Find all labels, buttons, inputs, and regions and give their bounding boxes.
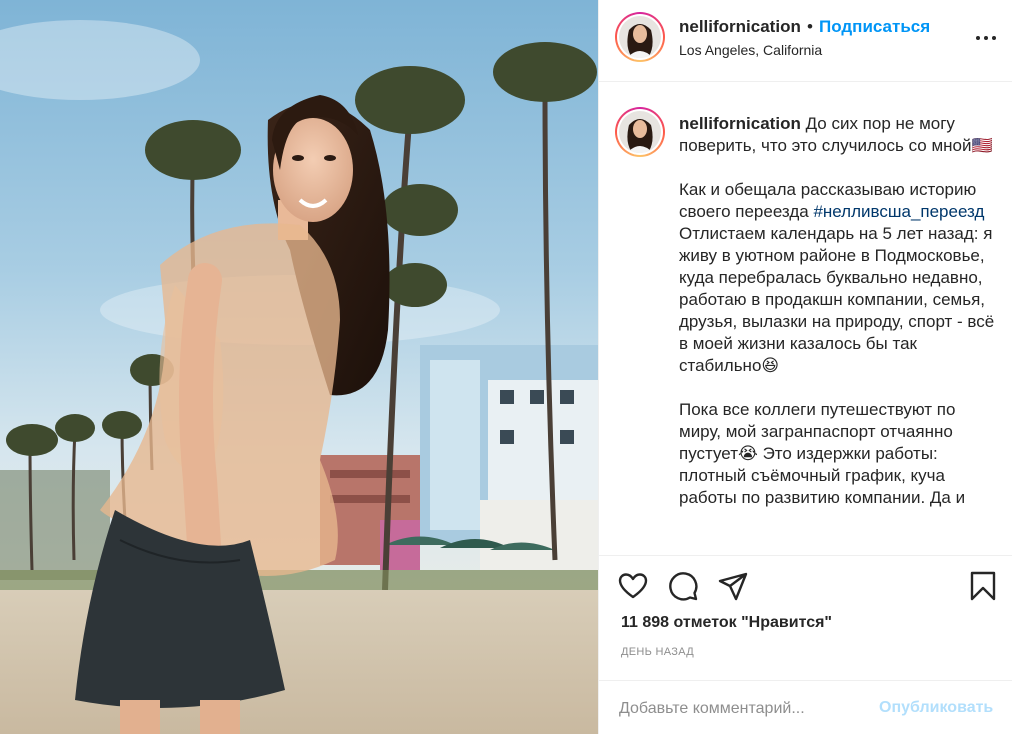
post-timestamp[interactable]: День назад (621, 646, 694, 658)
hashtag-link[interactable]: #нелливсша_переезд (813, 202, 984, 221)
paper-plane-icon (718, 572, 748, 601)
bookmark-icon (970, 571, 996, 601)
beach-photo-image (0, 0, 598, 734)
post-photo[interactable] (0, 0, 598, 734)
post-actions: 11 898 отметок "Нравится" День назад Опу… (599, 555, 1012, 734)
share-button[interactable] (717, 570, 749, 602)
caption-paragraph: Пока все коллеги путешествуют по миру, м… (679, 399, 997, 509)
follow-button[interactable]: Подписаться (819, 17, 930, 37)
separator-dot: • (807, 17, 813, 36)
add-comment-bar: Опубликовать (599, 680, 1012, 734)
more-options-button[interactable] (975, 28, 997, 48)
like-button[interactable] (617, 570, 649, 602)
post-details-panel: nellifornication • Подписаться Los Angel… (598, 0, 1012, 734)
save-button[interactable] (967, 570, 999, 602)
comment-input[interactable] (619, 697, 869, 721)
caption-text: nellifornication До сих пор не могу пове… (679, 113, 997, 531)
post-location[interactable]: Los Angeles, California (679, 42, 822, 58)
heart-icon (618, 573, 648, 599)
caption-paragraph: nellifornication До сих пор не могу пове… (679, 113, 997, 157)
caption-paragraph-text: Отлистаем календарь на 5 лет назад: я жи… (679, 224, 995, 375)
avatar-image (619, 111, 661, 153)
post-header: nellifornication • Подписаться Los Angel… (599, 0, 1012, 82)
likes-count[interactable]: 11 898 отметок "Нравится" (621, 614, 832, 632)
publish-button[interactable]: Опубликовать (879, 699, 993, 717)
caption-section: nellifornication До сих пор не могу пове… (599, 83, 1012, 555)
caption-avatar[interactable] (615, 107, 665, 157)
avatar-image (619, 16, 661, 58)
comment-button[interactable] (667, 570, 699, 602)
more-horizontal-icon (976, 36, 996, 40)
caption-username[interactable]: nellifornication (679, 114, 801, 133)
post-username[interactable]: nellifornication (679, 17, 801, 37)
caption-paragraph-text: Пока все коллеги путешествуют по миру, м… (679, 400, 966, 507)
avatar[interactable] (615, 12, 665, 62)
comment-icon (669, 572, 698, 601)
caption-paragraph: Как и обещала рассказываю историю своего… (679, 179, 997, 377)
instagram-post: nellifornication • Подписаться Los Angel… (0, 0, 1012, 734)
